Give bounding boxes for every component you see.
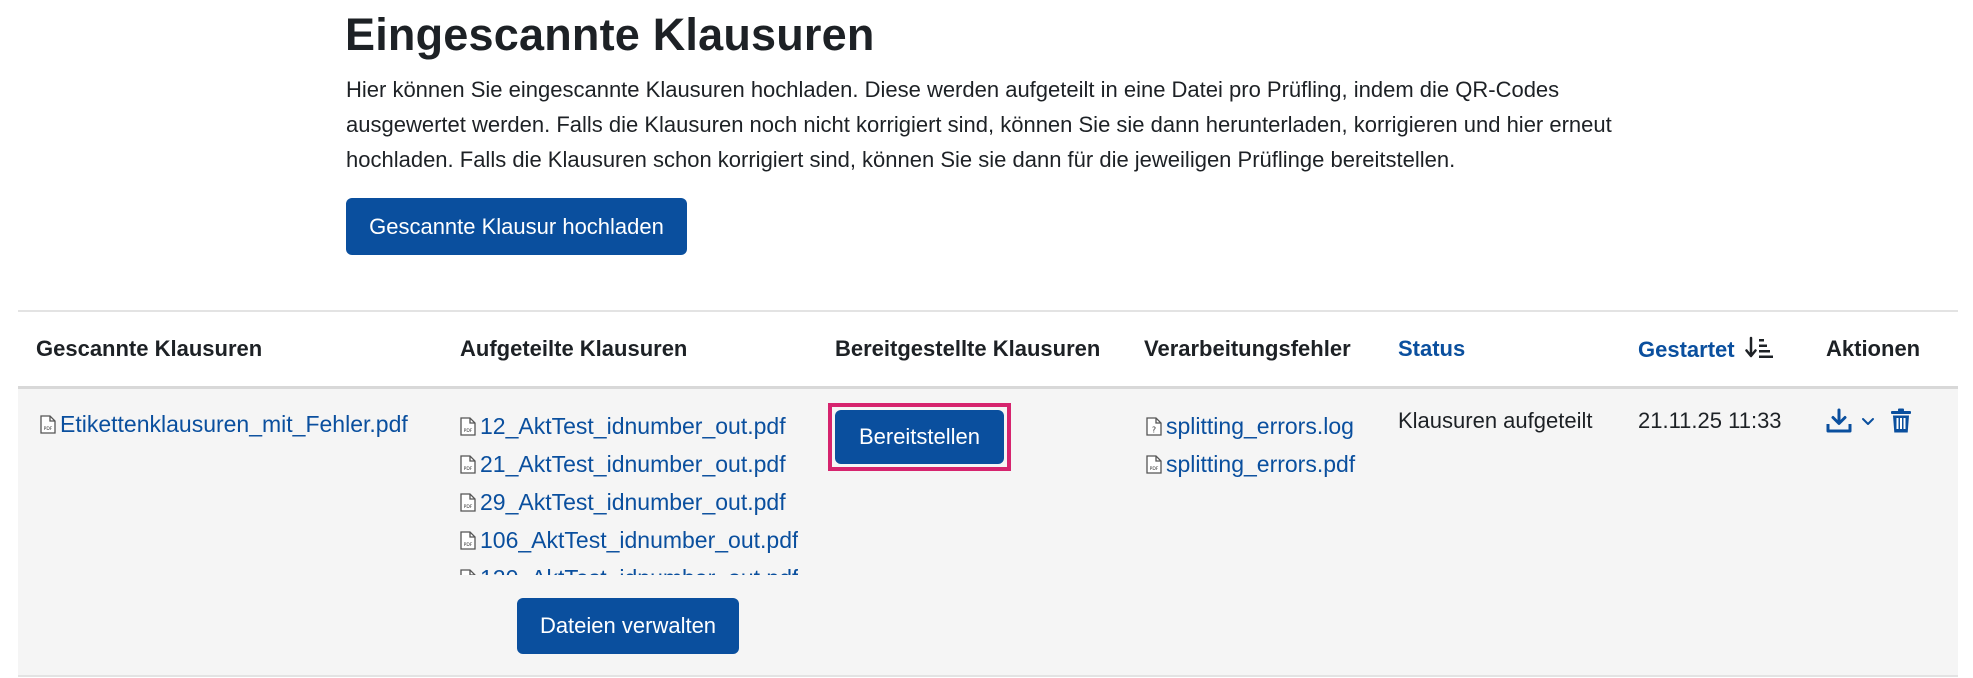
scanned-file-link[interactable]: PDF Etikettenklausuren_mit_Fehler.pdf [40,405,408,443]
table-header: Gescannte Klausuren Aufgeteilte Klausure… [18,312,1958,389]
upload-scanned-exam-button[interactable]: Gescannte Klausur hochladen [346,198,687,255]
svg-text:PDF: PDF [464,466,473,472]
sort-descending-icon[interactable] [1744,336,1775,366]
svg-text:PDF: PDF [464,542,473,548]
column-header-status[interactable]: Status [1398,336,1465,362]
split-files-list[interactable]: PDF 12_AktTest_idnumber_out.pdf PDF 21_A… [460,407,798,575]
error-log-link[interactable]: ? splitting_errors.log [1146,407,1355,445]
error-pdf-link[interactable]: PDF splitting_errors.pdf [1146,445,1355,483]
svg-text:PDF: PDF [44,426,53,432]
pdf-file-icon: PDF [460,416,476,436]
svg-text:PDF: PDF [1150,466,1159,472]
column-header-provided: Bereitgestellte Klausuren [835,336,1101,361]
manage-files-button[interactable]: Dateien verwalten [517,598,739,654]
scanned-file-cell: PDF Etikettenklausuren_mit_Fehler.pdf [40,405,408,443]
actions-cell [1826,408,1912,439]
provide-button[interactable]: Bereitstellen [835,410,1004,464]
list-item[interactable]: PDF 106_AktTest_idnumber_out.pdf [460,521,798,559]
pdf-file-icon: PDF [460,492,476,512]
page-title: Eingescannte Klausuren [345,9,875,60]
errors-cell: ? splitting_errors.log PDF splitting_err… [1146,407,1355,483]
pdf-file-icon: PDF [460,454,476,474]
svg-text:PDF: PDF [464,428,473,434]
split-file-name: 12_AktTest_idnumber_out.pdf [480,412,786,439]
intro-text: Hier können Sie eingescannte Klausuren h… [346,77,1612,172]
pdf-file-icon: PDF [460,568,476,575]
pdf-file-icon: PDF [460,530,476,550]
split-file-name: 120_AktTest_idnumber_out.pdf [480,565,798,576]
pdf-file-icon: PDF [40,414,56,434]
svg-text:PDF: PDF [464,504,473,510]
svg-text:?: ? [1152,425,1156,434]
error-log-name: splitting_errors.log [1166,412,1354,439]
scanned-exams-table: Gescannte Klausuren Aufgeteilte Klausure… [18,310,1958,677]
column-header-actions: Aktionen [1826,336,1921,361]
list-item[interactable]: PDF 21_AktTest_idnumber_out.pdf [460,445,798,483]
column-header-started-label: Gestartet [1638,336,1735,362]
trash-icon[interactable] [1890,408,1912,439]
list-item[interactable]: PDF 12_AktTest_idnumber_out.pdf [460,407,798,445]
download-icon[interactable] [1826,408,1852,439]
pdf-file-icon: PDF [1146,454,1162,474]
error-pdf-name: splitting_errors.pdf [1166,450,1356,477]
started-value: 21.11.25 11:33 [1638,408,1782,433]
scanned-file-name: Etikettenklausuren_mit_Fehler.pdf [60,410,408,437]
chevron-down-icon[interactable] [1860,415,1876,433]
column-header-split: Aufgeteilte Klausuren [460,336,688,361]
split-file-name: 106_AktTest_idnumber_out.pdf [480,526,799,553]
column-header-errors: Verarbeitungsfehler [1144,336,1351,361]
split-files-cell: PDF 12_AktTest_idnumber_out.pdf PDF 21_A… [460,407,798,575]
split-file-name: 29_AktTest_idnumber_out.pdf [480,488,786,515]
list-item[interactable]: PDF 29_AktTest_idnumber_out.pdf [460,483,798,521]
unknown-file-icon: ? [1146,416,1162,436]
status-value: Klausuren aufgeteilt [1398,408,1593,433]
column-header-started[interactable]: Gestartet [1638,336,1775,366]
column-header-scanned: Gescannte Klausuren [36,336,263,361]
list-item[interactable]: PDF 120_AktTest_idnumber_out.pdf [460,559,798,575]
split-file-name: 21_AktTest_idnumber_out.pdf [480,450,786,477]
